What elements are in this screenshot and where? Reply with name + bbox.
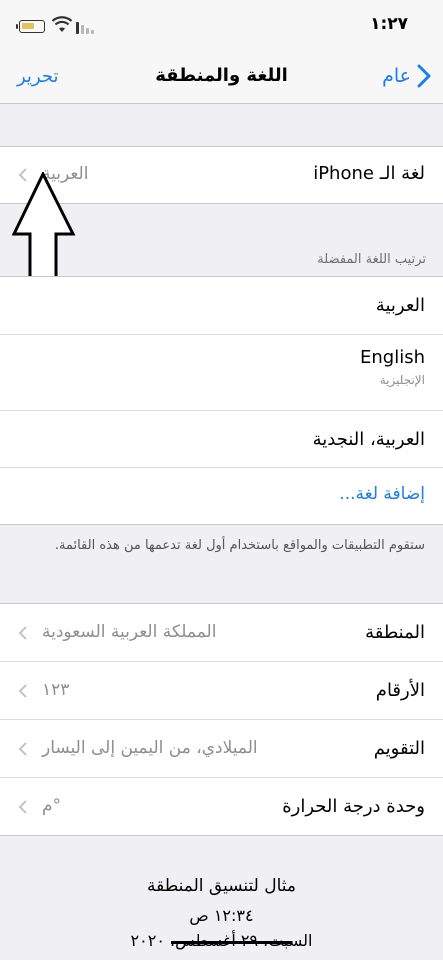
wifi-icon [52,16,72,32]
chevron-right-icon [417,64,431,88]
chevron-left-icon [18,800,27,814]
region-value: المملكة العربية السعودية [42,622,217,642]
back-label: عام [382,65,411,87]
preferred-languages-group: العربية English الإنجليزية العربية، النج… [0,276,443,525]
status-time: ١:٢٧ [370,14,408,34]
temperature-unit-row[interactable]: وحدة درجة الحرارة °م [0,778,443,835]
numbers-label: الأرقام [375,680,425,701]
add-language-row[interactable]: إضافة لغة... [0,468,443,524]
language-item[interactable]: العربية [0,277,443,335]
region-label: المنطقة [365,622,425,643]
add-language-link[interactable]: إضافة لغة... [339,484,425,504]
language-item[interactable]: العربية، النجدية [0,411,443,468]
language-item[interactable]: English الإنجليزية [0,335,443,411]
language-item-sublabel: الإنجليزية [379,373,425,387]
language-item-label: العربية، النجدية [312,429,425,450]
chevron-left-icon [18,742,27,756]
strikethrough-mark [170,941,293,944]
language-item-label: English [360,347,425,368]
chevron-left-icon [18,684,27,698]
calendar-value: الميلادي، من اليمين إلى اليسار [42,738,258,758]
temperature-unit-value: °م [42,796,62,816]
battery-icon [16,20,45,33]
region-settings-group: المنطقة المملكة العربية السعودية الأرقام… [0,603,443,836]
status-bar: ١:٢٧ [0,0,443,52]
language-item-label: العربية [375,295,425,316]
back-button[interactable]: عام [382,64,431,88]
preferred-note: ستقوم التطبيقات والمواقع باستخدام أول لغ… [54,538,425,553]
chevron-left-icon [18,626,27,640]
calendar-label: التقويم [373,738,425,759]
region-row[interactable]: المنطقة المملكة العربية السعودية [0,604,443,662]
example-title: مثال لتنسيق المنطقة [146,876,296,896]
example-time: ١٢:٣٤ ص [189,906,254,925]
calendar-row[interactable]: التقويم الميلادي، من اليمين إلى اليسار [0,720,443,778]
cellular-signal-icon [76,20,98,34]
example-date: السبت، ٢٩ أغسطس، ٢٠٢٠ [131,931,313,950]
navigation-bar: تحرير اللغة والمنطقة عام [0,52,443,104]
temperature-unit-label: وحدة درجة الحرارة [282,796,425,817]
device-language-label: لغة الـ iPhone [313,163,425,184]
region-format-example: مثال لتنسيق المنطقة ١٢:٣٤ ص السبت، ٢٩ أغ… [0,876,443,950]
preferred-order-header: ترتيب اللغة المفضلة [317,252,426,267]
numbers-value: ١٢٣ [42,680,70,700]
numbers-row[interactable]: الأرقام ١٢٣ [0,662,443,720]
page-title: اللغة والمنطقة [155,65,288,86]
